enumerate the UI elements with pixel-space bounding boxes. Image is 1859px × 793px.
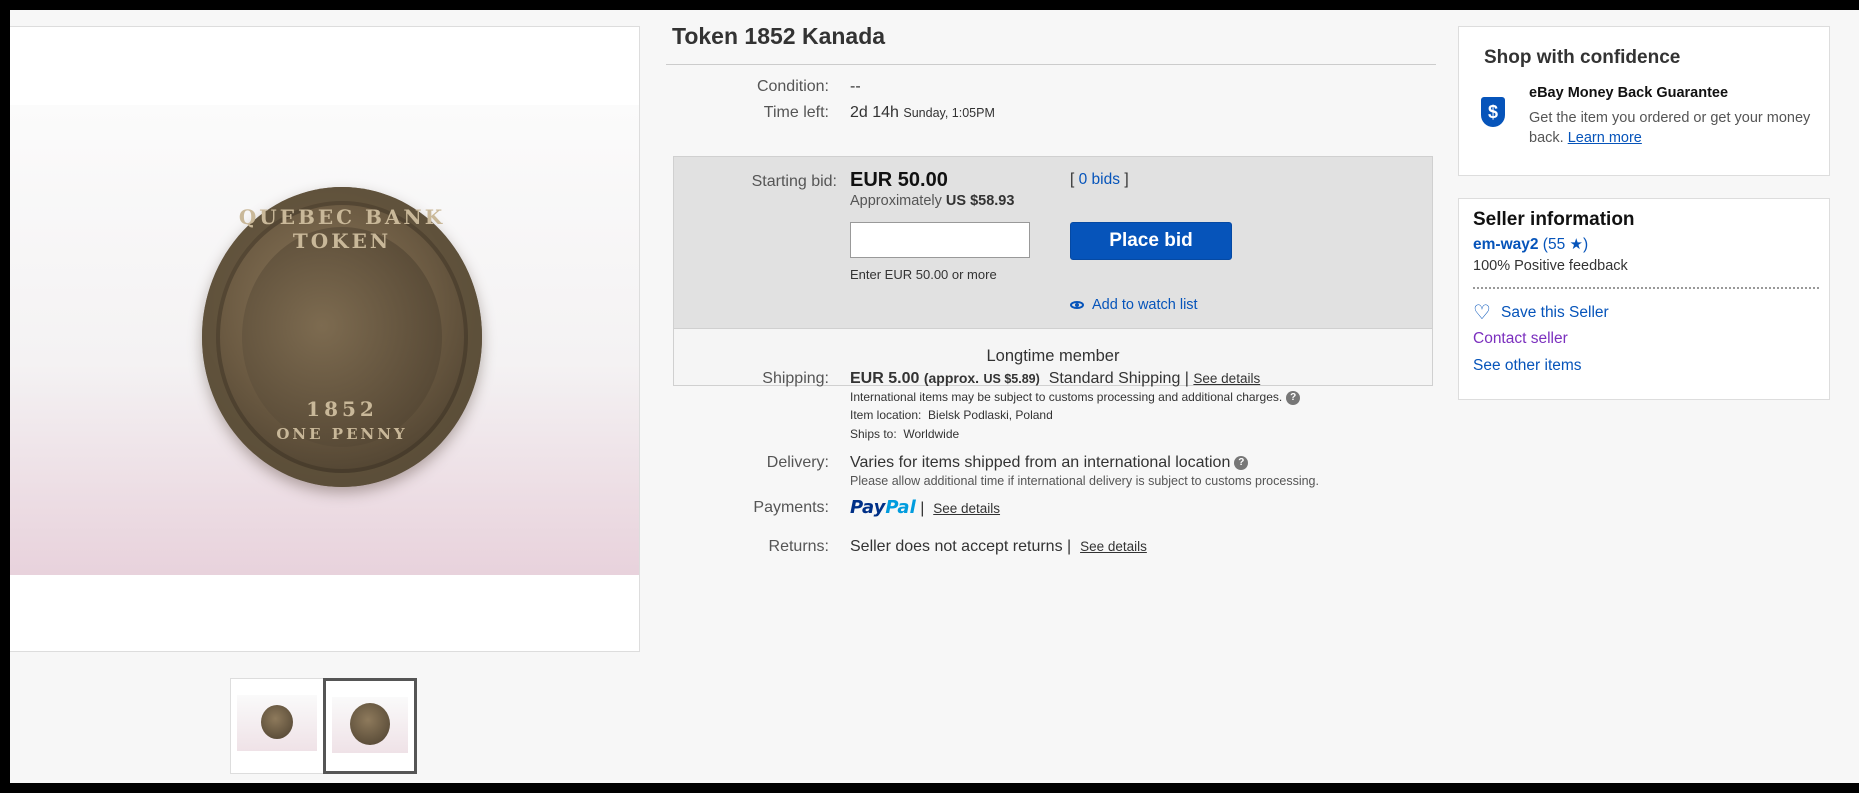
seller-information-panel: Seller information em-way2 (55 ★) 100% P… bbox=[1458, 198, 1830, 400]
title-divider bbox=[666, 64, 1436, 65]
coin-inscription-bottom: ONE PENNY bbox=[276, 425, 408, 443]
seller-score[interactable]: (55 bbox=[1543, 236, 1565, 253]
bids-open-bracket: [ bbox=[1070, 171, 1075, 188]
seller-name-link[interactable]: em-way2 bbox=[1473, 236, 1538, 253]
place-bid-button[interactable]: Place bid bbox=[1070, 222, 1232, 260]
shipping-service: Standard Shipping | bbox=[1048, 370, 1189, 387]
add-to-watch-list-link[interactable]: Add to watch list bbox=[1070, 297, 1198, 313]
help-icon[interactable]: ? bbox=[1234, 455, 1249, 470]
shield-dollar-icon: $ bbox=[1481, 97, 1505, 127]
starting-bid-label: Starting bid: bbox=[751, 173, 837, 190]
coin-inscription-top: QUEBEC BANK TOKEN bbox=[238, 205, 446, 253]
save-seller-link[interactable]: ♡ Save this Seller bbox=[1473, 300, 1609, 325]
ships-to: Ships to: Worldwide bbox=[850, 427, 959, 441]
intl-note-text: International items may be subject to cu… bbox=[850, 390, 1283, 404]
bid-hint: Enter EUR 50.00 or more bbox=[850, 267, 997, 282]
shipping-see-details-link[interactable]: See details bbox=[1193, 371, 1260, 386]
seller-feedback: 100% Positive feedback bbox=[1473, 258, 1628, 274]
thumbnail-2-selected[interactable] bbox=[323, 678, 417, 774]
item-location-label: Item location: bbox=[850, 408, 922, 422]
eye-icon bbox=[1070, 301, 1084, 310]
item-details: Token 1852 Kanada Condition: -- Time lef… bbox=[666, 10, 1446, 783]
thumbnail-strip bbox=[230, 678, 417, 774]
help-icon[interactable]: ? bbox=[1286, 390, 1301, 405]
returns-label: Returns: bbox=[768, 538, 829, 555]
shipping-label: Shipping: bbox=[762, 370, 829, 387]
payments-see-details-link[interactable]: See details bbox=[933, 501, 1000, 516]
guarantee-text: Get the item you ordered or get your mon… bbox=[1529, 108, 1819, 148]
delivery-text: Varies for items shipped from an interna… bbox=[850, 454, 1231, 471]
item-location-value: Bielsk Podlaski, Poland bbox=[928, 408, 1053, 422]
starting-bid-amount: EUR 50.00 bbox=[850, 169, 948, 191]
star-icon: ★ bbox=[1569, 236, 1583, 253]
coin-year: 1852 bbox=[306, 397, 378, 421]
thumbnail-coin bbox=[261, 705, 293, 739]
time-left-value: 2d 14h Sunday, 1:05PM bbox=[850, 104, 995, 122]
ships-to-label: Ships to: bbox=[850, 427, 897, 441]
contact-seller-link[interactable]: Contact seller bbox=[1473, 330, 1568, 348]
watch-label: Add to watch list bbox=[1092, 297, 1198, 313]
guarantee-title: eBay Money Back Guarantee bbox=[1529, 85, 1729, 101]
thumbnail-1[interactable] bbox=[230, 678, 324, 774]
confidence-title: Shop with confidence bbox=[1484, 47, 1681, 68]
bid-history-link[interactable]: 0 bids bbox=[1079, 171, 1120, 188]
time-left-end: Sunday, 1:05PM bbox=[903, 106, 995, 120]
condition-label: Condition: bbox=[756, 78, 829, 95]
paypal-logo: PayPal bbox=[850, 497, 916, 518]
intl-note: International items may be subject to cu… bbox=[850, 390, 1301, 405]
see-other-items-link[interactable]: See other items bbox=[1473, 357, 1582, 375]
payments-separator: | bbox=[920, 500, 925, 517]
paypal-logo-pal: Pal bbox=[885, 497, 916, 518]
main-image-viewer[interactable]: QUEBEC BANK TOKEN 1852 ONE PENNY bbox=[10, 26, 640, 652]
seller-title: Seller information bbox=[1473, 209, 1635, 230]
coin-image: QUEBEC BANK TOKEN 1852 ONE PENNY bbox=[202, 187, 482, 487]
condition-value: -- bbox=[850, 78, 861, 95]
approx-amount: US $58.93 bbox=[945, 193, 1015, 209]
thumbnail-coin bbox=[350, 703, 390, 745]
shipping-amount: EUR 5.00 bbox=[850, 370, 920, 387]
save-seller-label: Save this Seller bbox=[1501, 304, 1609, 321]
payments-value: PayPal | See details bbox=[850, 497, 1000, 518]
shipping-approx-amount: US $5.89) bbox=[983, 372, 1040, 386]
bid-amount-input[interactable] bbox=[850, 222, 1030, 258]
item-title: Token 1852 Kanada bbox=[672, 23, 886, 49]
returns-value: Seller does not accept returns | See det… bbox=[850, 538, 1147, 556]
shipping-approx-prefix: (approx. bbox=[923, 370, 980, 386]
approx-prefix: Approximately bbox=[850, 193, 942, 209]
bid-panel: Starting bid: EUR 50.00 Approximately US… bbox=[673, 156, 1433, 386]
seller-score-close: ) bbox=[1582, 236, 1589, 253]
shipping-value: EUR 5.00 (approx. US $5.89) Standard Shi… bbox=[850, 370, 1260, 388]
seller-divider bbox=[1473, 287, 1819, 289]
page-frame: QUEBEC BANK TOKEN 1852 ONE PENNY Token 1… bbox=[10, 10, 1859, 783]
delivery-note: Please allow additional time if internat… bbox=[850, 474, 1319, 488]
ships-to-value: Worldwide bbox=[903, 427, 960, 441]
paypal-logo-pay: Pay bbox=[850, 497, 886, 518]
bid-count: [ 0 bids ] bbox=[1070, 171, 1129, 189]
delivery-label: Delivery: bbox=[766, 454, 829, 471]
time-left-label: Time left: bbox=[763, 104, 829, 121]
bids-close-bracket: ] bbox=[1124, 171, 1129, 188]
time-left-duration: 2d 14h bbox=[850, 104, 899, 121]
returns-see-details-link[interactable]: See details bbox=[1080, 539, 1147, 554]
payments-label: Payments: bbox=[753, 499, 829, 516]
delivery-value: Varies for items shipped from an interna… bbox=[850, 454, 1249, 472]
main-photo: QUEBEC BANK TOKEN 1852 ONE PENNY bbox=[10, 105, 639, 575]
approx-price: Approximately US $58.93 bbox=[850, 193, 1014, 209]
learn-more-link[interactable]: Learn more bbox=[1568, 130, 1642, 146]
item-location: Item location: Bielsk Podlaski, Poland bbox=[850, 408, 1053, 422]
returns-text: Seller does not accept returns | bbox=[850, 538, 1072, 555]
shop-with-confidence-panel: Shop with confidence $ eBay Money Back G… bbox=[1458, 26, 1830, 176]
seller-name-row: em-way2 (55 ★) bbox=[1473, 235, 1588, 254]
heart-icon: ♡ bbox=[1473, 302, 1491, 324]
